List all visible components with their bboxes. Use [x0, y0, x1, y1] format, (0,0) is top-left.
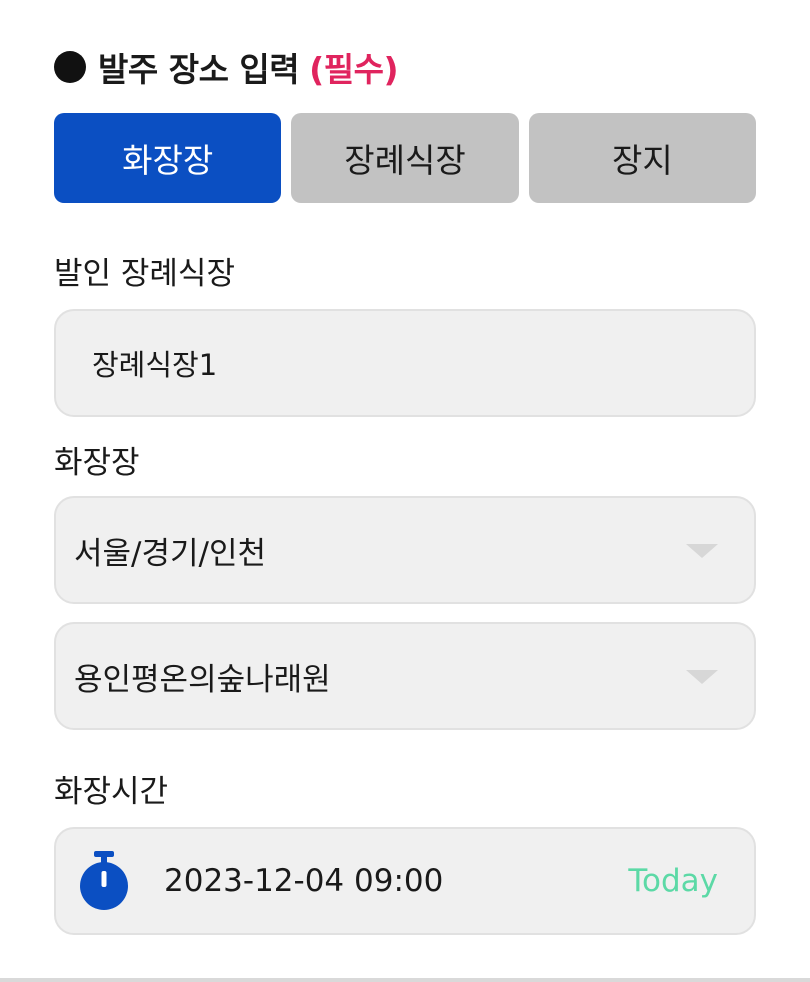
crematorium-label: 화장장 — [54, 445, 140, 481]
location-type-tabs: 화장장 장례식장 장지 — [54, 113, 756, 203]
bullet-icon — [54, 51, 86, 83]
region-select-value: 서울/경기/인천 — [74, 535, 267, 572]
today-button[interactable]: Today — [628, 863, 718, 899]
funeral-hall-value: 장례식장1 — [92, 348, 218, 382]
cremation-time-value: 2023-12-04 09:00 — [164, 863, 444, 899]
cremation-time-label: 화장시간 — [54, 774, 169, 810]
funeral-hall-field[interactable]: 장례식장1 — [54, 309, 756, 417]
order-location-form: 발주 장소 입력 (필수) 화장장 장례식장 장지 발인 장례식장 장례식장1 … — [0, 0, 810, 982]
cremation-time-field[interactable]: 2023-12-04 09:00 Today — [54, 827, 756, 935]
chevron-down-icon — [686, 670, 718, 684]
chevron-down-icon — [686, 544, 718, 558]
bottom-divider — [0, 978, 810, 982]
crematorium-select-value: 용인평온의숲나래원 — [74, 661, 331, 698]
tab-crematorium[interactable]: 화장장 — [54, 113, 282, 203]
section-title: 발주 장소 입력 (필수) — [54, 44, 399, 90]
tab-burial-site[interactable]: 장지 — [528, 113, 756, 203]
funeral-hall-label: 발인 장례식장 — [54, 256, 235, 292]
section-title-text: 발주 장소 입력 — [98, 50, 300, 89]
region-select[interactable]: 서울/경기/인천 — [54, 496, 756, 604]
crematorium-select[interactable]: 용인평온의숲나래원 — [54, 622, 756, 730]
required-marker: (필수) — [309, 50, 399, 89]
tab-funeral-hall[interactable]: 장례식장 — [291, 113, 519, 203]
stopwatch-icon — [78, 851, 130, 911]
